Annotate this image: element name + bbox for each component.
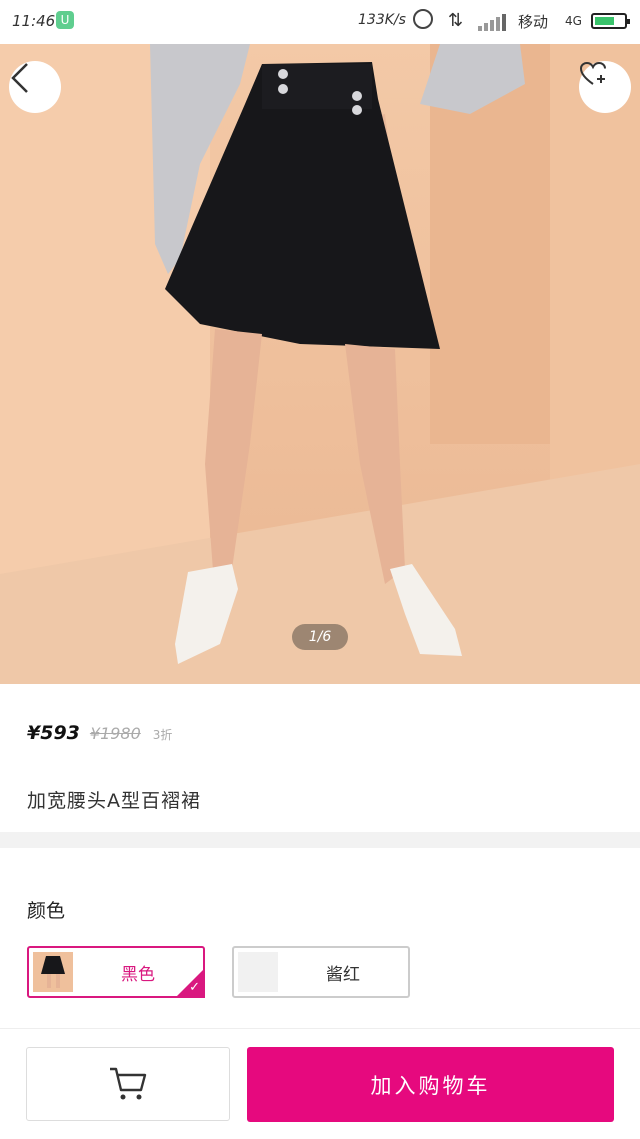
color-option-black[interactable]: 黑色 ✓: [27, 946, 205, 998]
back-button[interactable]: [9, 61, 61, 113]
product-image-gallery[interactable]: 1/6: [0, 44, 640, 684]
color-option-red[interactable]: 酱红: [232, 946, 410, 998]
carrier-name: 移动: [518, 13, 549, 31]
current-price: ¥593: [27, 722, 80, 744]
bottom-action-bar: 加入购物车: [0, 1028, 640, 1139]
color-option-label: 酱红: [326, 964, 360, 985]
color-thumbnail: [33, 952, 73, 992]
discount-label: 3折: [152, 728, 173, 742]
price-row: ¥593 ¥1980 3折: [27, 722, 172, 744]
image-page-indicator: 1/6: [292, 624, 348, 650]
product-photo: [0, 44, 640, 684]
alarm-icon: [413, 9, 433, 29]
color-thumbnail: [238, 952, 278, 992]
favorite-button[interactable]: [579, 61, 631, 113]
status-time: 11:46: [12, 12, 56, 30]
section-divider: [0, 832, 640, 848]
cart-button[interactable]: [26, 1047, 230, 1121]
network-speed: 133K/s: [358, 12, 406, 28]
original-price: ¥1980: [89, 724, 141, 743]
chevron-left-icon: [11, 63, 28, 93]
check-icon: ✓: [189, 980, 200, 995]
add-to-cart-button[interactable]: 加入购物车: [247, 1047, 614, 1122]
battery-icon: [591, 13, 630, 29]
color-option-label: 颜色: [27, 900, 66, 922]
network-type: 4G: [565, 14, 582, 28]
cart-icon: [110, 1067, 147, 1100]
heart-plus-icon: [579, 61, 606, 85]
data-transfer-icon: ⇅: [448, 10, 464, 31]
product-title: 加宽腰头A型百褶裙: [27, 790, 201, 812]
app-notification-icon: U: [56, 11, 74, 29]
signal-icon: [478, 13, 506, 31]
status-bar: 11:46 U 133K/s ⇅ 移动 4G: [0, 0, 640, 44]
